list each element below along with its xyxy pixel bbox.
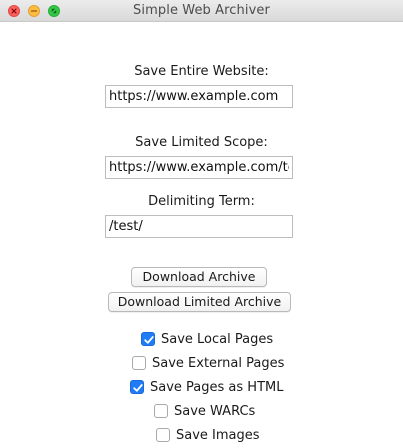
checkbox-unchecked-icon[interactable] bbox=[156, 428, 170, 442]
app-window: Simple Web Archiver Save Entire Website:… bbox=[0, 0, 403, 448]
delimiting-term-input[interactable] bbox=[105, 215, 293, 238]
entire-website-input[interactable] bbox=[105, 85, 293, 108]
download-archive-button[interactable]: Download Archive bbox=[131, 267, 267, 287]
title-bar: Simple Web Archiver bbox=[0, 0, 403, 22]
window-title: Simple Web Archiver bbox=[133, 3, 270, 18]
option-save-external-pages[interactable]: Save External Pages bbox=[132, 354, 284, 372]
checkbox-checked-icon[interactable] bbox=[130, 380, 144, 394]
checkbox-unchecked-icon[interactable] bbox=[154, 404, 168, 418]
checkbox-checked-icon[interactable] bbox=[141, 332, 155, 346]
option-save-warcs[interactable]: Save WARCs bbox=[154, 402, 255, 420]
option-label: Save Local Pages bbox=[161, 331, 274, 347]
limited-scope-label: Save Limited Scope: bbox=[135, 135, 268, 150]
entire-website-label: Save Entire Website: bbox=[134, 64, 269, 79]
option-label: Save WARCs bbox=[174, 403, 256, 419]
limited-scope-input[interactable] bbox=[105, 156, 293, 179]
option-label: Save External Pages bbox=[152, 355, 285, 371]
option-save-images[interactable]: Save Images bbox=[156, 426, 260, 444]
option-save-local-pages[interactable]: Save Local Pages bbox=[141, 330, 273, 348]
checkbox-unchecked-icon[interactable] bbox=[132, 356, 146, 370]
option-label: Save Pages as HTML bbox=[150, 379, 284, 395]
delimiting-term-label: Delimiting Term: bbox=[148, 194, 255, 209]
download-limited-archive-button[interactable]: Download Limited Archive bbox=[108, 292, 291, 312]
option-label: Save Images bbox=[176, 427, 260, 443]
option-save-pages-as-html[interactable]: Save Pages as HTML bbox=[130, 378, 283, 396]
